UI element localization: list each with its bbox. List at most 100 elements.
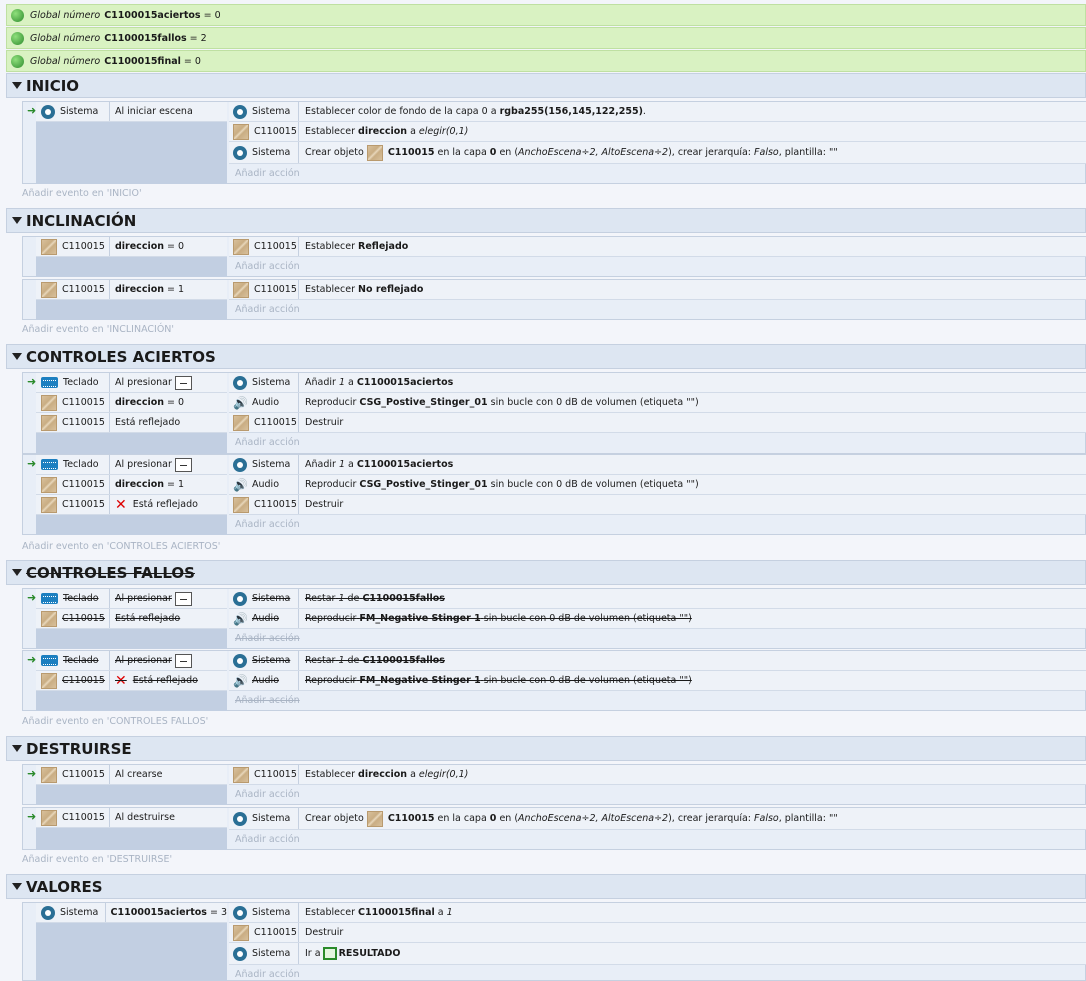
- sprite-icon: [41, 394, 57, 411]
- action-row[interactable]: C110015 Destruir: [229, 413, 1086, 433]
- condition-area: [36, 300, 227, 320]
- action-row[interactable]: C110015 Destruir: [229, 495, 1086, 515]
- condition-row[interactable]: C110015 ✕ Está reflejado: [36, 671, 227, 691]
- condition-area: [36, 257, 227, 277]
- global-variable-row[interactable]: Global número C1100015fallos = 2: [6, 27, 1086, 49]
- sprite-icon: [41, 238, 57, 255]
- global-variable-row[interactable]: Global número C1100015aciertos = 0: [6, 4, 1086, 26]
- condition-row[interactable]: Sistema Al iniciar escena: [36, 102, 227, 122]
- globe-icon: [11, 31, 24, 45]
- condition-row[interactable]: Sistema C1100015aciertos = 3: [36, 903, 227, 923]
- gear-icon: [233, 457, 247, 472]
- gear-icon: [233, 375, 247, 390]
- condition-row[interactable]: C110015 Al crearse: [36, 765, 227, 785]
- add-event-link[interactable]: Añadir evento en 'CONTROLES ACIERTOS': [22, 541, 220, 552]
- condition-area: [36, 629, 227, 649]
- add-event-link[interactable]: Añadir evento en 'CONTROLES FALLOS': [22, 716, 208, 727]
- action-row[interactable]: Sistema Establecer C1100015final a 1: [229, 903, 1086, 923]
- gear-icon: [41, 905, 55, 920]
- action-row[interactable]: C110015 Establecer direccion a elegir(0,1…: [229, 122, 1086, 142]
- add-event-link[interactable]: Añadir evento en 'INCLINACIÓN': [22, 324, 174, 335]
- action-row[interactable]: 🔊 Audio Reproducir CSG_Postive_Stinger_01 …: [229, 393, 1086, 413]
- action-row[interactable]: 🔊 Audio Reproducir FM_Negative Stinger 1 s…: [229, 609, 1086, 629]
- add-action-link[interactable]: Añadir acción: [235, 965, 300, 981]
- condition-row[interactable]: C110015 direccion = 1: [36, 475, 227, 495]
- condition-row[interactable]: Teclado Al presionar: [36, 589, 227, 609]
- action-row[interactable]: C110015 Establecer direccion a elegir(0,1…: [229, 765, 1086, 785]
- add-action-link[interactable]: Añadir acción: [235, 164, 300, 184]
- add-action-link[interactable]: Añadir acción: [235, 629, 300, 649]
- condition-row[interactable]: Teclado Al presionar: [36, 373, 227, 393]
- add-action-link[interactable]: Añadir acción: [235, 300, 300, 320]
- invert-x-icon: ✕: [115, 672, 127, 689]
- key-minus-icon: [174, 375, 192, 390]
- action-row[interactable]: C110015 Establecer No reflejado: [229, 280, 1086, 300]
- add-action-link[interactable]: Añadir acción: [235, 515, 300, 535]
- condition-row[interactable]: Teclado Al presionar: [36, 651, 227, 671]
- keyboard-icon: [41, 655, 58, 666]
- add-action-link[interactable]: Añadir acción: [235, 691, 300, 711]
- group-header-destruirse[interactable]: DESTRUIRSE: [6, 736, 1086, 761]
- condition-row[interactable]: C110015 direccion = 1: [36, 280, 227, 300]
- key-minus-icon: [174, 653, 192, 668]
- layout-icon: [322, 947, 337, 960]
- action-row[interactable]: C110015 Establecer Reflejado: [229, 237, 1086, 257]
- collapse-triangle-icon[interactable]: [12, 82, 22, 89]
- trigger-arrow-icon: ➜: [27, 104, 37, 117]
- group-header-inicio[interactable]: INICIO: [6, 73, 1086, 98]
- sprite-icon: [41, 414, 57, 431]
- action-row[interactable]: 🔊 Audio Reproducir CSG_Postive_Stinger_01 …: [229, 475, 1086, 495]
- add-action-link[interactable]: Añadir acción: [235, 785, 300, 805]
- speaker-icon: 🔊: [233, 477, 248, 492]
- keyboard-icon: [41, 459, 58, 470]
- sprite-icon: [41, 766, 57, 783]
- sprite-icon: [233, 766, 249, 783]
- gear-icon: [233, 653, 247, 668]
- collapse-triangle-icon[interactable]: [12, 745, 22, 752]
- add-event-link[interactable]: Añadir evento en 'INICIO': [22, 188, 142, 199]
- condition-row[interactable]: C110015 Al destruirse: [36, 808, 227, 828]
- trigger-arrow-icon: ➜: [27, 810, 37, 823]
- collapse-triangle-icon[interactable]: [12, 353, 22, 360]
- condition-row[interactable]: C110015 ✕ Está reflejado: [36, 495, 227, 515]
- action-row[interactable]: Sistema Crear objeto C110015 en la capa 0…: [229, 142, 1086, 164]
- action-row[interactable]: Sistema Restar 1 de C1100015fallos: [229, 651, 1086, 671]
- action-row[interactable]: Sistema Crear objeto C110015 en la capa 0…: [229, 808, 1086, 830]
- collapse-triangle-icon[interactable]: [12, 217, 22, 224]
- group-header-valores[interactable]: VALORES: [6, 874, 1086, 899]
- action-row[interactable]: 🔊 Audio Reproducir FM_Negative Stinger 1 s…: [229, 671, 1086, 691]
- add-action-link[interactable]: Añadir acción: [235, 830, 300, 850]
- action-row[interactable]: Sistema Añadir 1 a C1100015aciertos: [229, 373, 1086, 393]
- sprite-icon: [41, 476, 57, 493]
- group-header-controles-aciertos[interactable]: CONTROLES ACIERTOS: [6, 344, 1086, 369]
- condition-row[interactable]: C110015 direccion = 0: [36, 393, 227, 413]
- key-minus-icon: [174, 457, 192, 472]
- collapse-triangle-icon[interactable]: [12, 569, 22, 576]
- add-event-link[interactable]: Añadir evento en 'DESTRUIRSE': [22, 854, 172, 865]
- condition-row[interactable]: C110015 direccion = 0: [36, 237, 227, 257]
- action-row[interactable]: Sistema Establecer color de fondo de la c…: [229, 102, 1086, 122]
- action-row[interactable]: Sistema Ir a RESULTADO: [229, 943, 1086, 965]
- gear-icon: [41, 104, 55, 119]
- condition-row[interactable]: C110015 Está reflejado: [36, 609, 227, 629]
- sprite-icon: [41, 809, 57, 826]
- condition-row[interactable]: Teclado Al presionar: [36, 455, 227, 475]
- group-header-controles-fallos[interactable]: CONTROLES FALLOS: [6, 560, 1086, 585]
- keyboard-icon: [41, 377, 58, 388]
- action-row[interactable]: Sistema Restar 1 de C1100015fallos: [229, 589, 1086, 609]
- condition-area: [36, 691, 227, 711]
- add-action-link[interactable]: Añadir acción: [235, 433, 300, 453]
- speaker-icon: 🔊: [233, 611, 248, 626]
- condition-area: [36, 433, 227, 454]
- action-row[interactable]: C110015 Destruir: [229, 923, 1086, 943]
- add-action-link[interactable]: Añadir acción: [235, 257, 300, 277]
- group-header-inclinacion[interactable]: INCLINACIÓN: [6, 208, 1086, 233]
- global-variable-row[interactable]: Global número C1100015final = 0: [6, 50, 1086, 72]
- action-row[interactable]: Sistema Añadir 1 a C1100015aciertos: [229, 455, 1086, 475]
- sprite-icon: [41, 672, 57, 689]
- trigger-arrow-icon: ➜: [27, 767, 37, 780]
- collapse-triangle-icon[interactable]: [12, 883, 22, 890]
- gear-icon: [233, 104, 247, 119]
- globe-icon: [11, 8, 24, 22]
- condition-row[interactable]: C110015 Está reflejado: [36, 413, 227, 433]
